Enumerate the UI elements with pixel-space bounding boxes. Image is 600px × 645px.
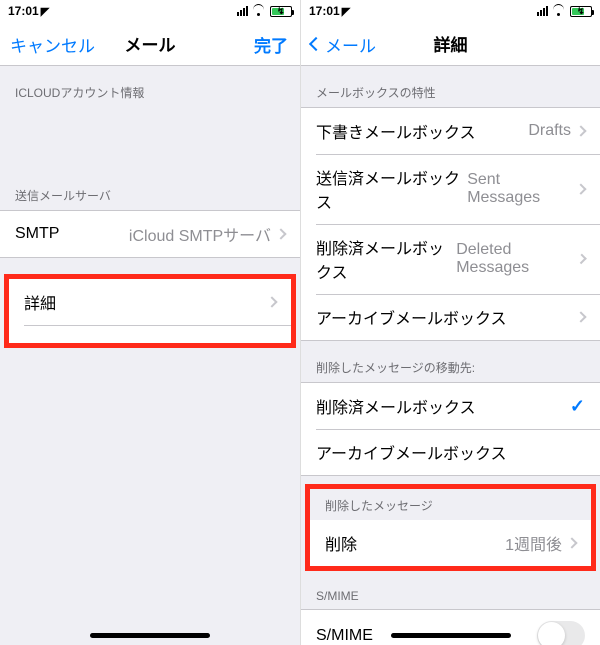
signal-icon [537, 6, 548, 16]
deleted-messages-header: 削除したメッセージ [310, 489, 591, 520]
signal-icon [237, 6, 248, 16]
location-icon: ◤ [41, 5, 49, 18]
move-group: 削除済メールボックス ✓ アーカイブメールボックス [301, 382, 600, 476]
drafts-row[interactable]: 下書きメールボックス Drafts [301, 108, 600, 154]
advanced-label: 詳細 [24, 290, 56, 314]
chevron-right-icon [275, 228, 286, 239]
chevron-right-icon [575, 125, 586, 136]
mail-settings-screen: 17:01◤ ↯ キャンセル メール 完了 ICLOUDアカウント情報 送信メー… [0, 0, 300, 645]
smtp-value: iCloud SMTPサーバ [129, 222, 271, 246]
chevron-right-icon [566, 537, 577, 548]
back-button[interactable]: メール [311, 22, 376, 66]
archive-row[interactable]: アーカイブメールボックス [301, 294, 600, 340]
smime-toggle[interactable] [537, 621, 585, 645]
chevron-right-icon [575, 311, 586, 322]
smime-label: S/MIME [316, 627, 373, 645]
deleted-row[interactable]: 削除済メールボックス Deleted Messages [301, 224, 600, 294]
smtp-row[interactable]: SMTP iCloud SMTPサーバ [0, 211, 300, 257]
deleted-value: Deleted Messages [456, 241, 572, 277]
home-indicator[interactable] [391, 633, 511, 638]
sent-row[interactable]: 送信済メールボックス Sent Messages [301, 154, 600, 224]
mailbox-group: 下書きメールボックス Drafts 送信済メールボックス Sent Messag… [301, 107, 600, 341]
nav-title: メール [125, 31, 176, 56]
chevron-right-icon [266, 296, 277, 307]
status-bar: 17:01◤ ↯ [0, 0, 300, 22]
advanced-settings-screen: 17:01◤ ↯ メール 詳細 メールボックスの特性 下書きメールボックス Dr… [300, 0, 600, 645]
sent-value: Sent Messages [467, 171, 571, 207]
status-time: 17:01◤ [8, 4, 49, 18]
nav-title: 詳細 [434, 31, 468, 56]
status-right: ↯ [237, 6, 292, 17]
home-indicator[interactable] [90, 633, 210, 638]
checkmark-icon: ✓ [570, 396, 585, 417]
advanced-row-pad [9, 325, 291, 343]
outgoing-server-header: 送信メールサーバ [0, 169, 300, 210]
move-discarded-header: 削除したメッセージの移動先: [301, 341, 600, 382]
advanced-highlight: 詳細 [4, 274, 296, 348]
smtp-group: SMTP iCloud SMTPサーバ [0, 210, 300, 258]
battery-icon: ↯ [270, 6, 292, 17]
remove-value: 1週間後 [505, 531, 562, 555]
chevron-left-icon [309, 37, 323, 51]
archive-label: アーカイブメールボックス [316, 305, 507, 329]
drafts-value: Drafts [528, 122, 571, 140]
smime-group: S/MIME [301, 609, 600, 645]
sent-label: 送信済メールボックス [316, 165, 467, 213]
status-bar: 17:01◤ ↯ [301, 0, 600, 22]
move-archive-label: アーカイブメールボックス [316, 440, 507, 464]
nav-bar: メール 詳細 [301, 22, 600, 66]
status-right: ↯ [537, 6, 592, 17]
chevron-right-icon [576, 183, 587, 194]
smime-row: S/MIME [301, 610, 600, 645]
wifi-icon [552, 6, 566, 16]
nav-bar: キャンセル メール 完了 [0, 22, 300, 66]
location-icon: ◤ [342, 5, 350, 18]
move-archive-row[interactable]: アーカイブメールボックス [301, 429, 600, 475]
remove-row[interactable]: 削除 1週間後 [310, 520, 591, 566]
content: メールボックスの特性 下書きメールボックス Drafts 送信済メールボックス … [301, 66, 600, 645]
smtp-label: SMTP [15, 225, 59, 243]
done-button[interactable]: 完了 [254, 22, 288, 66]
move-deleted-label: 削除済メールボックス [316, 394, 476, 418]
move-deleted-row[interactable]: 削除済メールボックス ✓ [301, 383, 600, 429]
status-time: 17:01◤ [309, 4, 350, 18]
battery-icon: ↯ [570, 6, 592, 17]
remove-label: 削除 [325, 531, 357, 555]
remove-highlight: 削除したメッセージ 削除 1週間後 [305, 484, 596, 571]
advanced-row[interactable]: 詳細 [9, 279, 291, 325]
content: ICLOUDアカウント情報 送信メールサーバ SMTP iCloud SMTPサ… [0, 66, 300, 645]
chevron-right-icon [576, 254, 587, 265]
account-info-header: ICLOUDアカウント情報 [0, 66, 300, 107]
wifi-icon [252, 6, 266, 16]
deleted-label: 削除済メールボックス [316, 235, 456, 283]
mailbox-behaviors-header: メールボックスの特性 [301, 66, 600, 107]
drafts-label: 下書きメールボックス [316, 119, 476, 143]
cancel-button[interactable]: キャンセル [10, 22, 95, 66]
smime-header: S/MIME [301, 571, 600, 609]
